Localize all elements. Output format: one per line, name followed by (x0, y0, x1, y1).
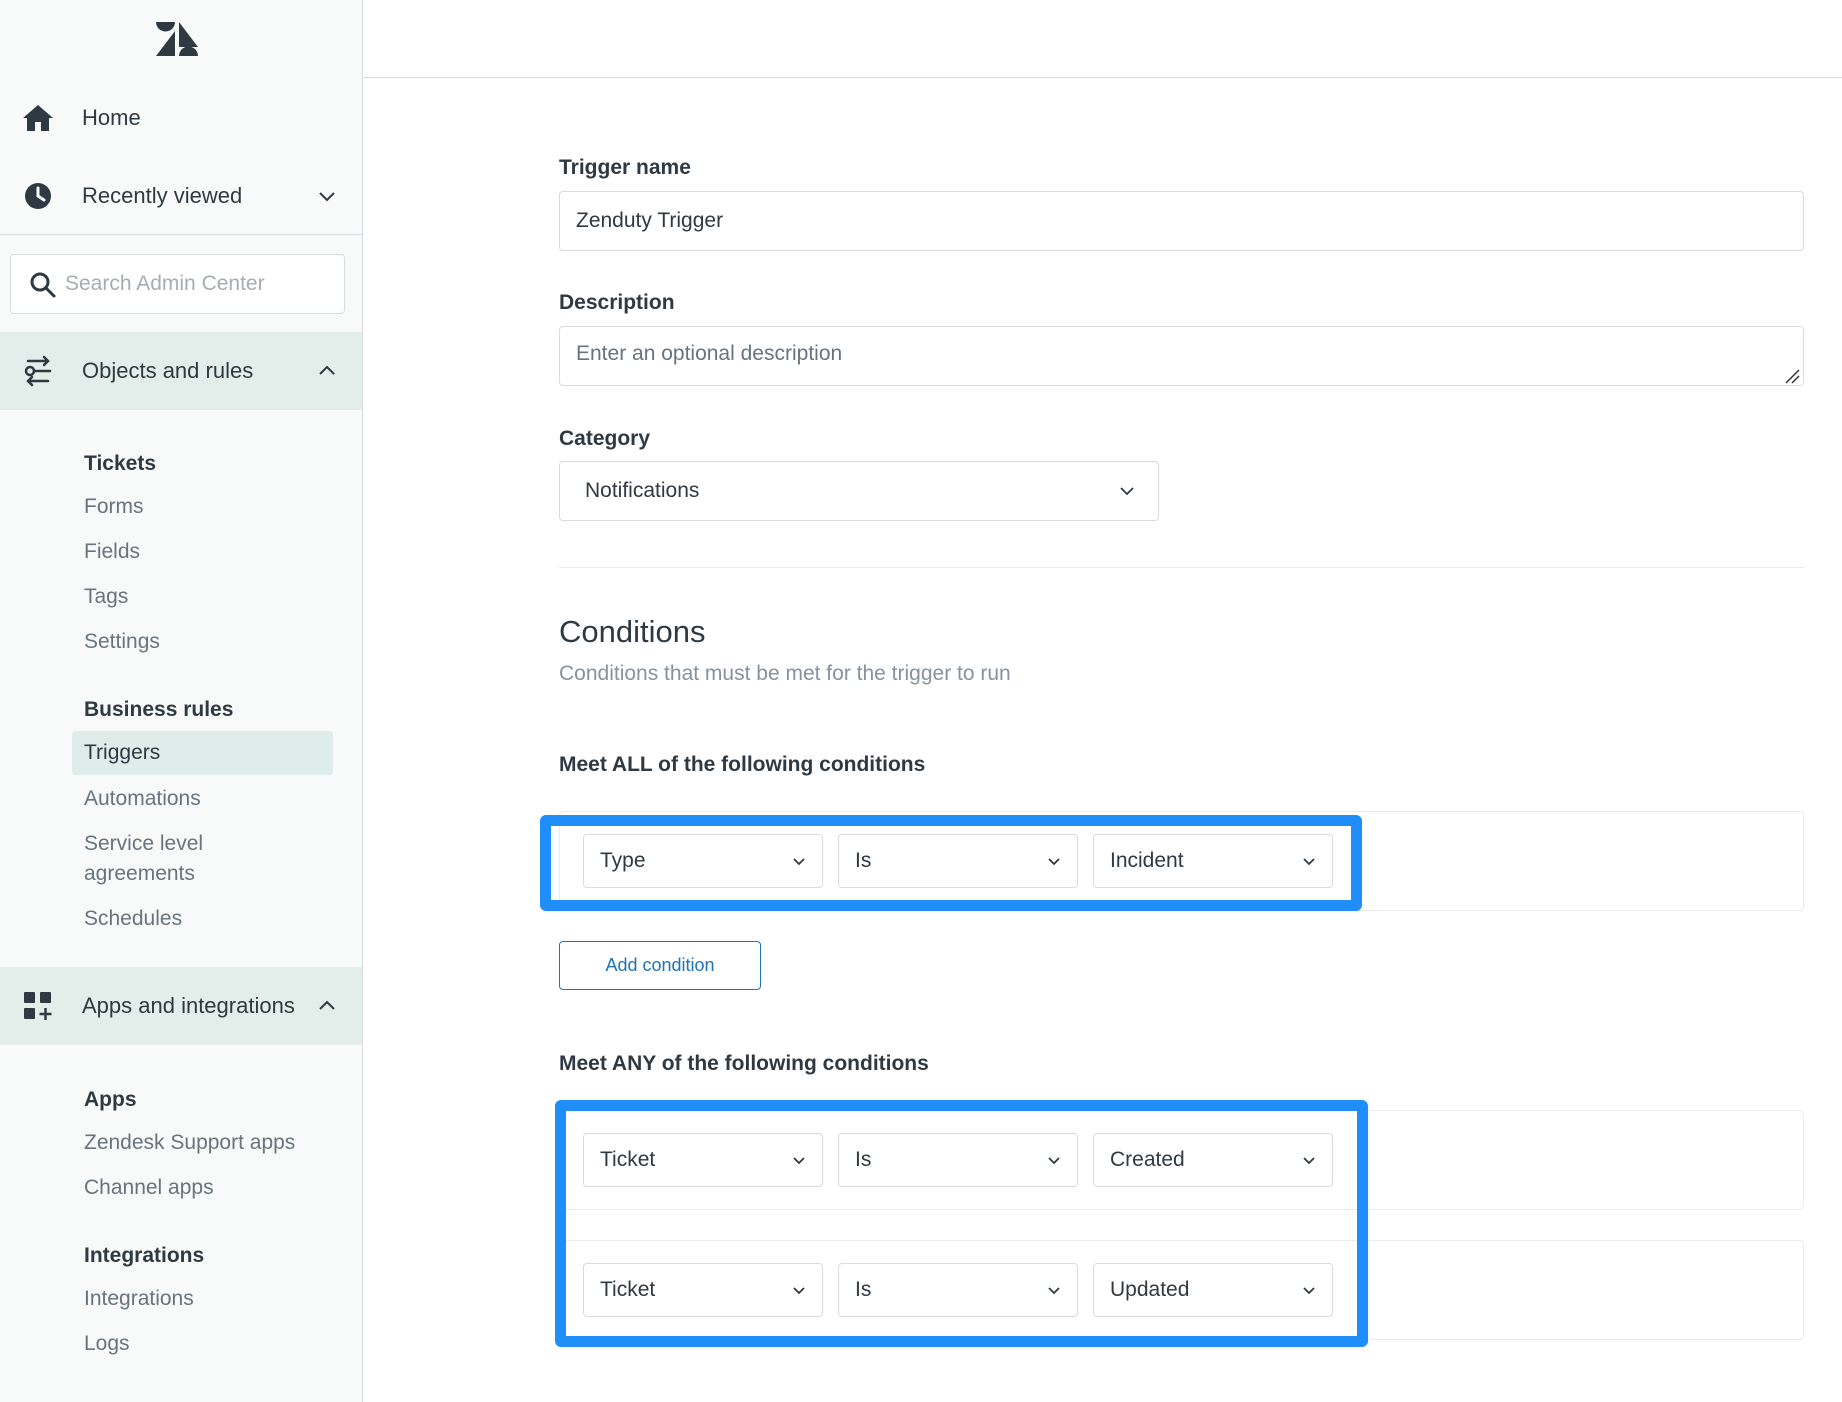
condition-value-select[interactable]: Incident (1093, 834, 1333, 888)
category-label: Category (559, 427, 651, 450)
clock-icon (25, 183, 51, 209)
subnav-heading-tickets: Tickets (84, 452, 156, 475)
nav-apps-and-integrations[interactable]: Apps and integrations (0, 967, 362, 1045)
chevron-down-icon (793, 1157, 805, 1165)
chevron-down-icon (1048, 1157, 1060, 1165)
conditions-title: Conditions (559, 614, 706, 649)
home-icon (23, 105, 53, 131)
description-textarea[interactable] (559, 326, 1804, 386)
any-conditions-label: Meet ANY of the following conditions (559, 1052, 929, 1075)
chevron-down-icon (793, 858, 805, 866)
chevron-down-icon (1303, 1287, 1315, 1295)
chevron-down-icon[interactable] (316, 185, 338, 207)
condition-value-value: Created (1110, 1148, 1185, 1171)
subnav-service-level-agreements[interactable]: Service level agreements (84, 829, 203, 889)
nav-home[interactable]: Home (0, 79, 362, 157)
condition-operator-select[interactable]: Is (838, 1133, 1078, 1187)
nav-objects-and-rules[interactable]: Objects and rules (0, 332, 362, 410)
chevron-down-icon (1303, 858, 1315, 866)
trigger-name-input[interactable] (559, 191, 1804, 251)
chevron-up-icon[interactable] (316, 995, 338, 1017)
condition-operator-value: Is (855, 1148, 872, 1171)
subnav-heading-integrations: Integrations (84, 1244, 205, 1267)
add-condition-button[interactable]: Add condition (559, 941, 761, 990)
condition-field-select[interactable]: Type (583, 834, 823, 888)
nav-home-label: Home (82, 105, 141, 130)
condition-field-select[interactable]: Ticket (583, 1263, 823, 1317)
condition-field-value: Type (600, 849, 646, 872)
all-conditions-label: Meet ALL of the following conditions (559, 753, 926, 776)
subnav-forms[interactable]: Forms (84, 492, 144, 522)
chevron-up-icon[interactable] (316, 360, 338, 382)
search-icon (30, 272, 56, 298)
conditions-subtitle: Conditions that must be met for the trig… (559, 662, 1011, 685)
chevron-down-icon (1048, 858, 1060, 866)
subnav-settings[interactable]: Settings (84, 627, 160, 657)
subnav-heading-apps: Apps (84, 1088, 137, 1111)
subnav-logs[interactable]: Logs (84, 1329, 130, 1359)
condition-value-select[interactable]: Created (1093, 1133, 1333, 1187)
apps-grid-icon (24, 992, 52, 1020)
condition-field-value: Ticket (600, 1278, 656, 1301)
nav-apps-and-integrations-label: Apps and integrations (82, 993, 295, 1018)
section-divider (559, 567, 1804, 568)
chevron-down-icon (1303, 1157, 1315, 1165)
nav-objects-and-rules-label: Objects and rules (82, 358, 254, 383)
condition-operator-value: Is (855, 1278, 872, 1301)
resize-handle-icon[interactable] (1784, 368, 1800, 384)
nav-recently-viewed[interactable]: Recently viewed (0, 157, 362, 235)
subnav-fields[interactable]: Fields (84, 537, 140, 567)
zendesk-logo[interactable] (156, 22, 198, 56)
chevron-down-icon (1120, 487, 1134, 496)
condition-value-select[interactable]: Updated (1093, 1263, 1333, 1317)
condition-operator-select[interactable]: Is (838, 1263, 1078, 1317)
subnav-zendesk-support-apps[interactable]: Zendesk Support apps (84, 1128, 295, 1158)
condition-operator-select[interactable]: Is (838, 834, 1078, 888)
search-input[interactable] (65, 265, 335, 303)
subnav-channel-apps[interactable]: Channel apps (84, 1173, 214, 1203)
subnav-automations[interactable]: Automations (84, 784, 201, 814)
condition-value-value: Updated (1110, 1278, 1190, 1301)
category-select[interactable]: Notifications (559, 461, 1159, 521)
objects-rules-icon (24, 355, 52, 387)
condition-value-value: Incident (1110, 849, 1184, 872)
chevron-down-icon (793, 1287, 805, 1295)
subnav-tags[interactable]: Tags (84, 582, 128, 612)
sidebar: Home Recently viewed Objects and rules (0, 0, 363, 1402)
subnav-sla-line2: agreements (84, 862, 195, 885)
search-box[interactable] (10, 254, 345, 314)
subnav-heading-business-rules: Business rules (84, 698, 234, 721)
condition-field-value: Ticket (600, 1148, 656, 1171)
category-value: Notifications (585, 479, 700, 502)
trigger-name-label: Trigger name (559, 156, 691, 179)
nav-recently-viewed-label: Recently viewed (82, 183, 243, 208)
condition-operator-value: Is (855, 849, 872, 872)
subnav-triggers[interactable]: Triggers (72, 731, 333, 775)
subnav-schedules[interactable]: Schedules (84, 904, 182, 934)
description-label: Description (559, 291, 675, 314)
subnav-sla-line1: Service level (84, 832, 204, 855)
condition-field-select[interactable]: Ticket (583, 1133, 823, 1187)
chevron-down-icon (1048, 1287, 1060, 1295)
subnav-integrations[interactable]: Integrations (84, 1284, 194, 1314)
top-bar (364, 0, 1842, 78)
sidebar-divider (0, 234, 362, 235)
